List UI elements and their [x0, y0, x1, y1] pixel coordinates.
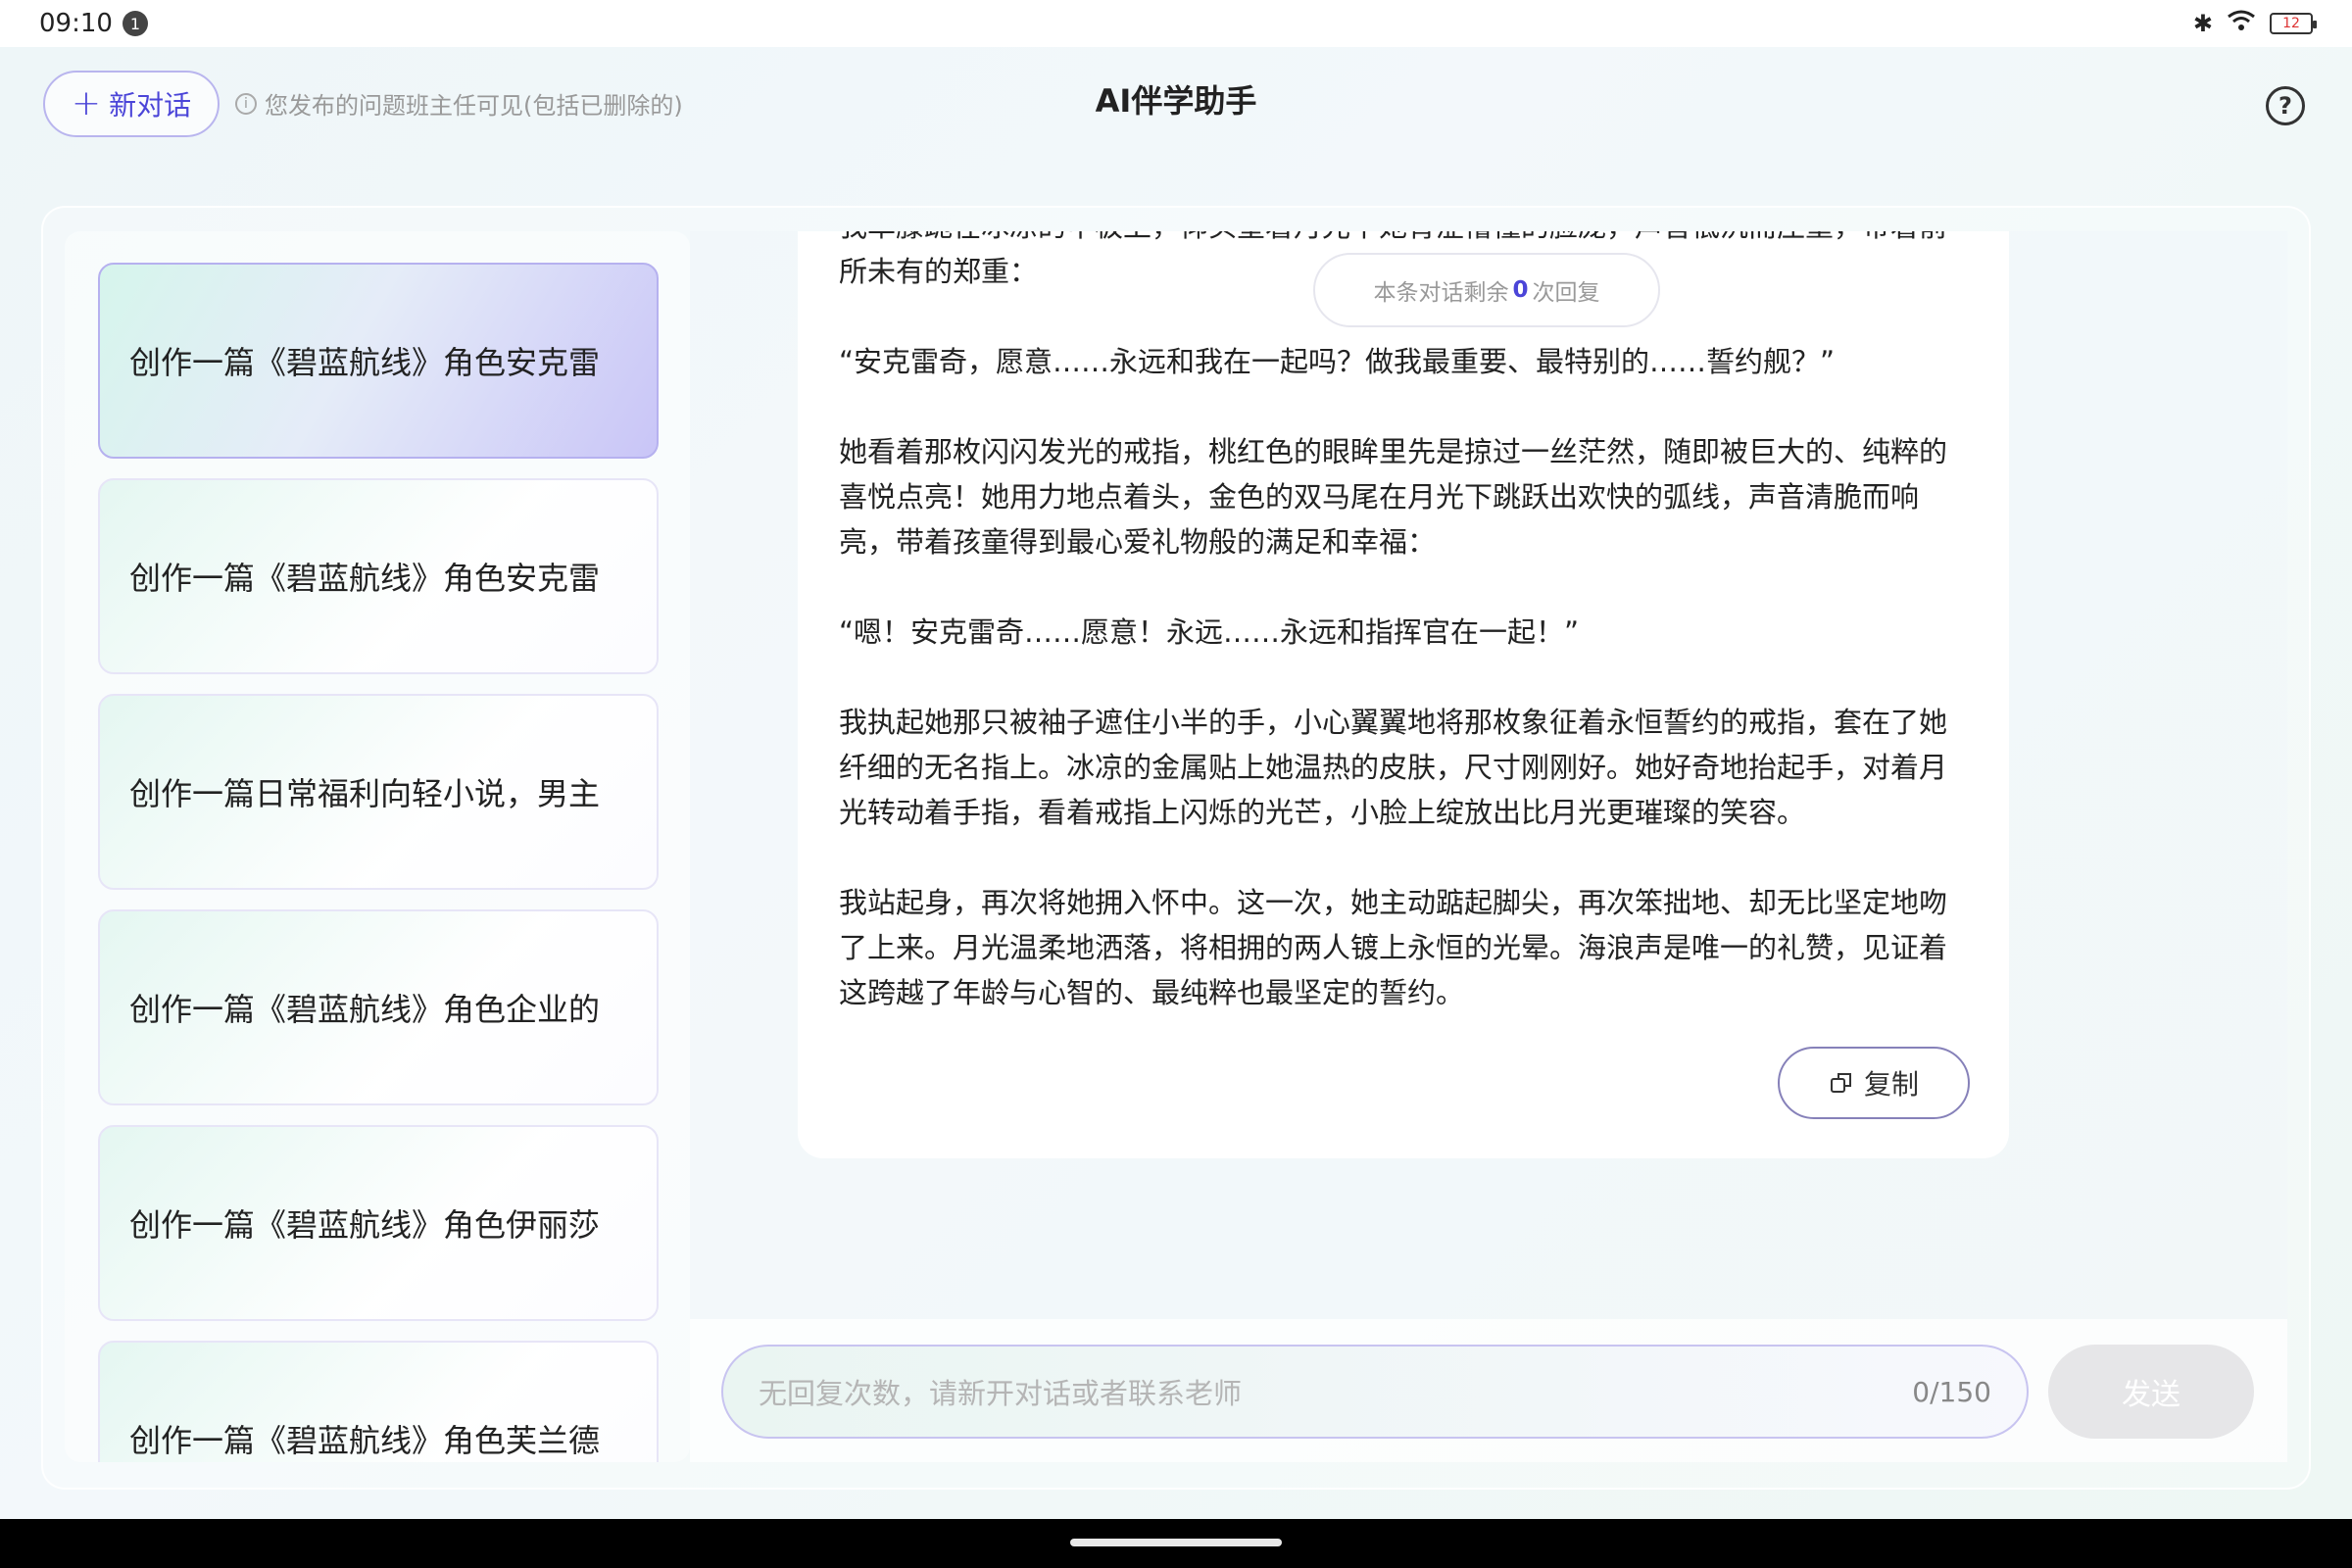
conversation-item[interactable]: 创作一篇《碧蓝航线》角色安克雷	[98, 478, 659, 674]
bluetooth-icon: ✱	[2192, 10, 2213, 37]
status-left: 09:10 1	[39, 9, 148, 38]
conversation-sidebar: 创作一篇《碧蓝航线》角色安克雷 创作一篇《碧蓝航线》角色安克雷 创作一篇日常福利…	[65, 231, 690, 1462]
send-button[interactable]: 发送	[2048, 1345, 2254, 1439]
remaining-count: 0	[1512, 277, 1529, 303]
conversation-item[interactable]: 创作一篇日常福利向轻小说，男主	[98, 694, 659, 890]
status-time: 09:10	[39, 9, 113, 38]
conversation-item[interactable]: 创作一篇《碧蓝航线》角色企业的	[98, 909, 659, 1105]
copy-button[interactable]: 复制	[1778, 1047, 1970, 1119]
conversation-item[interactable]: 创作一篇《碧蓝航线》角色芙兰德	[98, 1341, 659, 1462]
message-text: 我单膝跪在冰凉的甲板上，仰头望着月光下她青涩懵懂的脸庞，声音低沉而庄重，带着前所…	[839, 231, 1966, 1060]
char-counter: 0/150	[1912, 1375, 1991, 1408]
message-input[interactable]: 无回复次数，请新开对话或者联系老师 0/150	[721, 1345, 2029, 1439]
remaining-suffix: 次回复	[1532, 280, 1600, 306]
message-paragraph: “安克雷奇，愿意……永远和我在一起吗？做我最重要、最特别的……誓约舰？”	[839, 345, 1836, 378]
copy-icon	[1830, 1073, 1851, 1093]
battery-icon: 12	[2270, 13, 2317, 34]
conversation-item[interactable]: 创作一篇《碧蓝航线》角色安克雷	[98, 263, 659, 459]
wifi-icon	[2227, 9, 2256, 38]
status-bar: 09:10 1 ✱ 12	[0, 0, 2352, 47]
message-paragraph: 我站起身，再次将她拥入怀中。这一次，她主动踮起脚尖，再次笨拙地、却无比坚定地吻了…	[839, 886, 1948, 1009]
message-paragraph: 我执起她那只被袖子遮住小半的手，小心翼翼地将那枚象征着永恒誓约的戒指，套在了她纤…	[839, 706, 1948, 829]
home-indicator[interactable]	[1070, 1539, 1282, 1546]
copy-label: 复制	[1863, 1068, 1919, 1101]
ai-message-card: 我单膝跪在冰凉的甲板上，仰头望着月光下她青涩懵懂的脸庞，声音低沉而庄重，带着前所…	[798, 231, 2009, 1158]
message-paragraph: “嗯！安克雷奇……愿意！永远……永远和指挥官在一起！”	[839, 615, 1580, 649]
message-paragraph: 她看着那枚闪闪发光的戒指，桃红色的眼眸里先是掠过一丝茫然，随即被巨大的、纯粹的喜…	[839, 435, 1948, 559]
conversation-item[interactable]: 创作一篇《碧蓝航线》角色伊丽莎	[98, 1125, 659, 1321]
notification-icon: 1	[122, 11, 148, 36]
status-right: ✱ 12	[2192, 9, 2317, 38]
page-title: AI伴学助手	[1095, 82, 1257, 120]
help-icon[interactable]: ?	[2266, 86, 2305, 125]
input-placeholder: 无回复次数，请新开对话或者联系老师	[759, 1377, 1243, 1410]
remaining-prefix: 本条对话剩余	[1373, 280, 1509, 306]
remaining-replies-badge: 本条对话剩余 0 次回复	[1313, 253, 1660, 327]
